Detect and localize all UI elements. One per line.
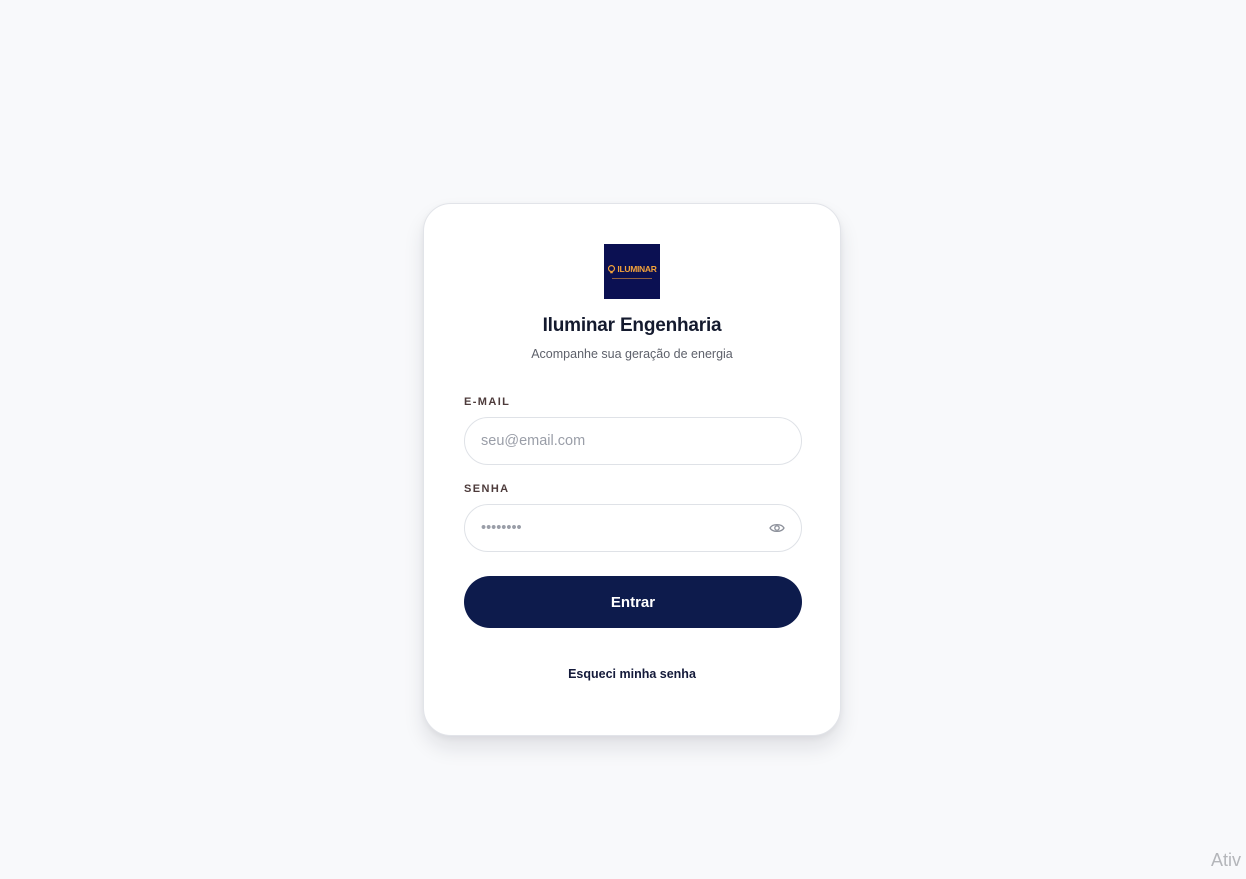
password-field-wrapper — [464, 504, 802, 552]
email-field-wrapper — [464, 417, 802, 465]
logo-wordmark: ILUMINAR — [617, 264, 657, 275]
company-logo: ILUMINAR — [604, 244, 660, 299]
email-label: E-MAIL — [464, 396, 511, 408]
activation-watermark: Ativ — [1211, 850, 1242, 870]
logo-tagline-line — [612, 278, 652, 279]
forgot-password-link[interactable]: Esqueci minha senha — [424, 667, 840, 681]
eye-icon[interactable] — [769, 521, 785, 535]
lightbulb-icon — [608, 265, 616, 274]
email-field[interactable] — [465, 418, 801, 464]
page-title: Iluminar Engenharia — [542, 315, 722, 336]
login-button[interactable]: Entrar — [464, 576, 802, 628]
page-subtitle: Acompanhe sua geração de energia — [531, 347, 733, 361]
password-field[interactable] — [465, 505, 801, 551]
login-card: ILUMINAR Iluminar Engenharia Acompanhe s… — [423, 203, 841, 736]
password-label: SENHA — [464, 483, 510, 495]
